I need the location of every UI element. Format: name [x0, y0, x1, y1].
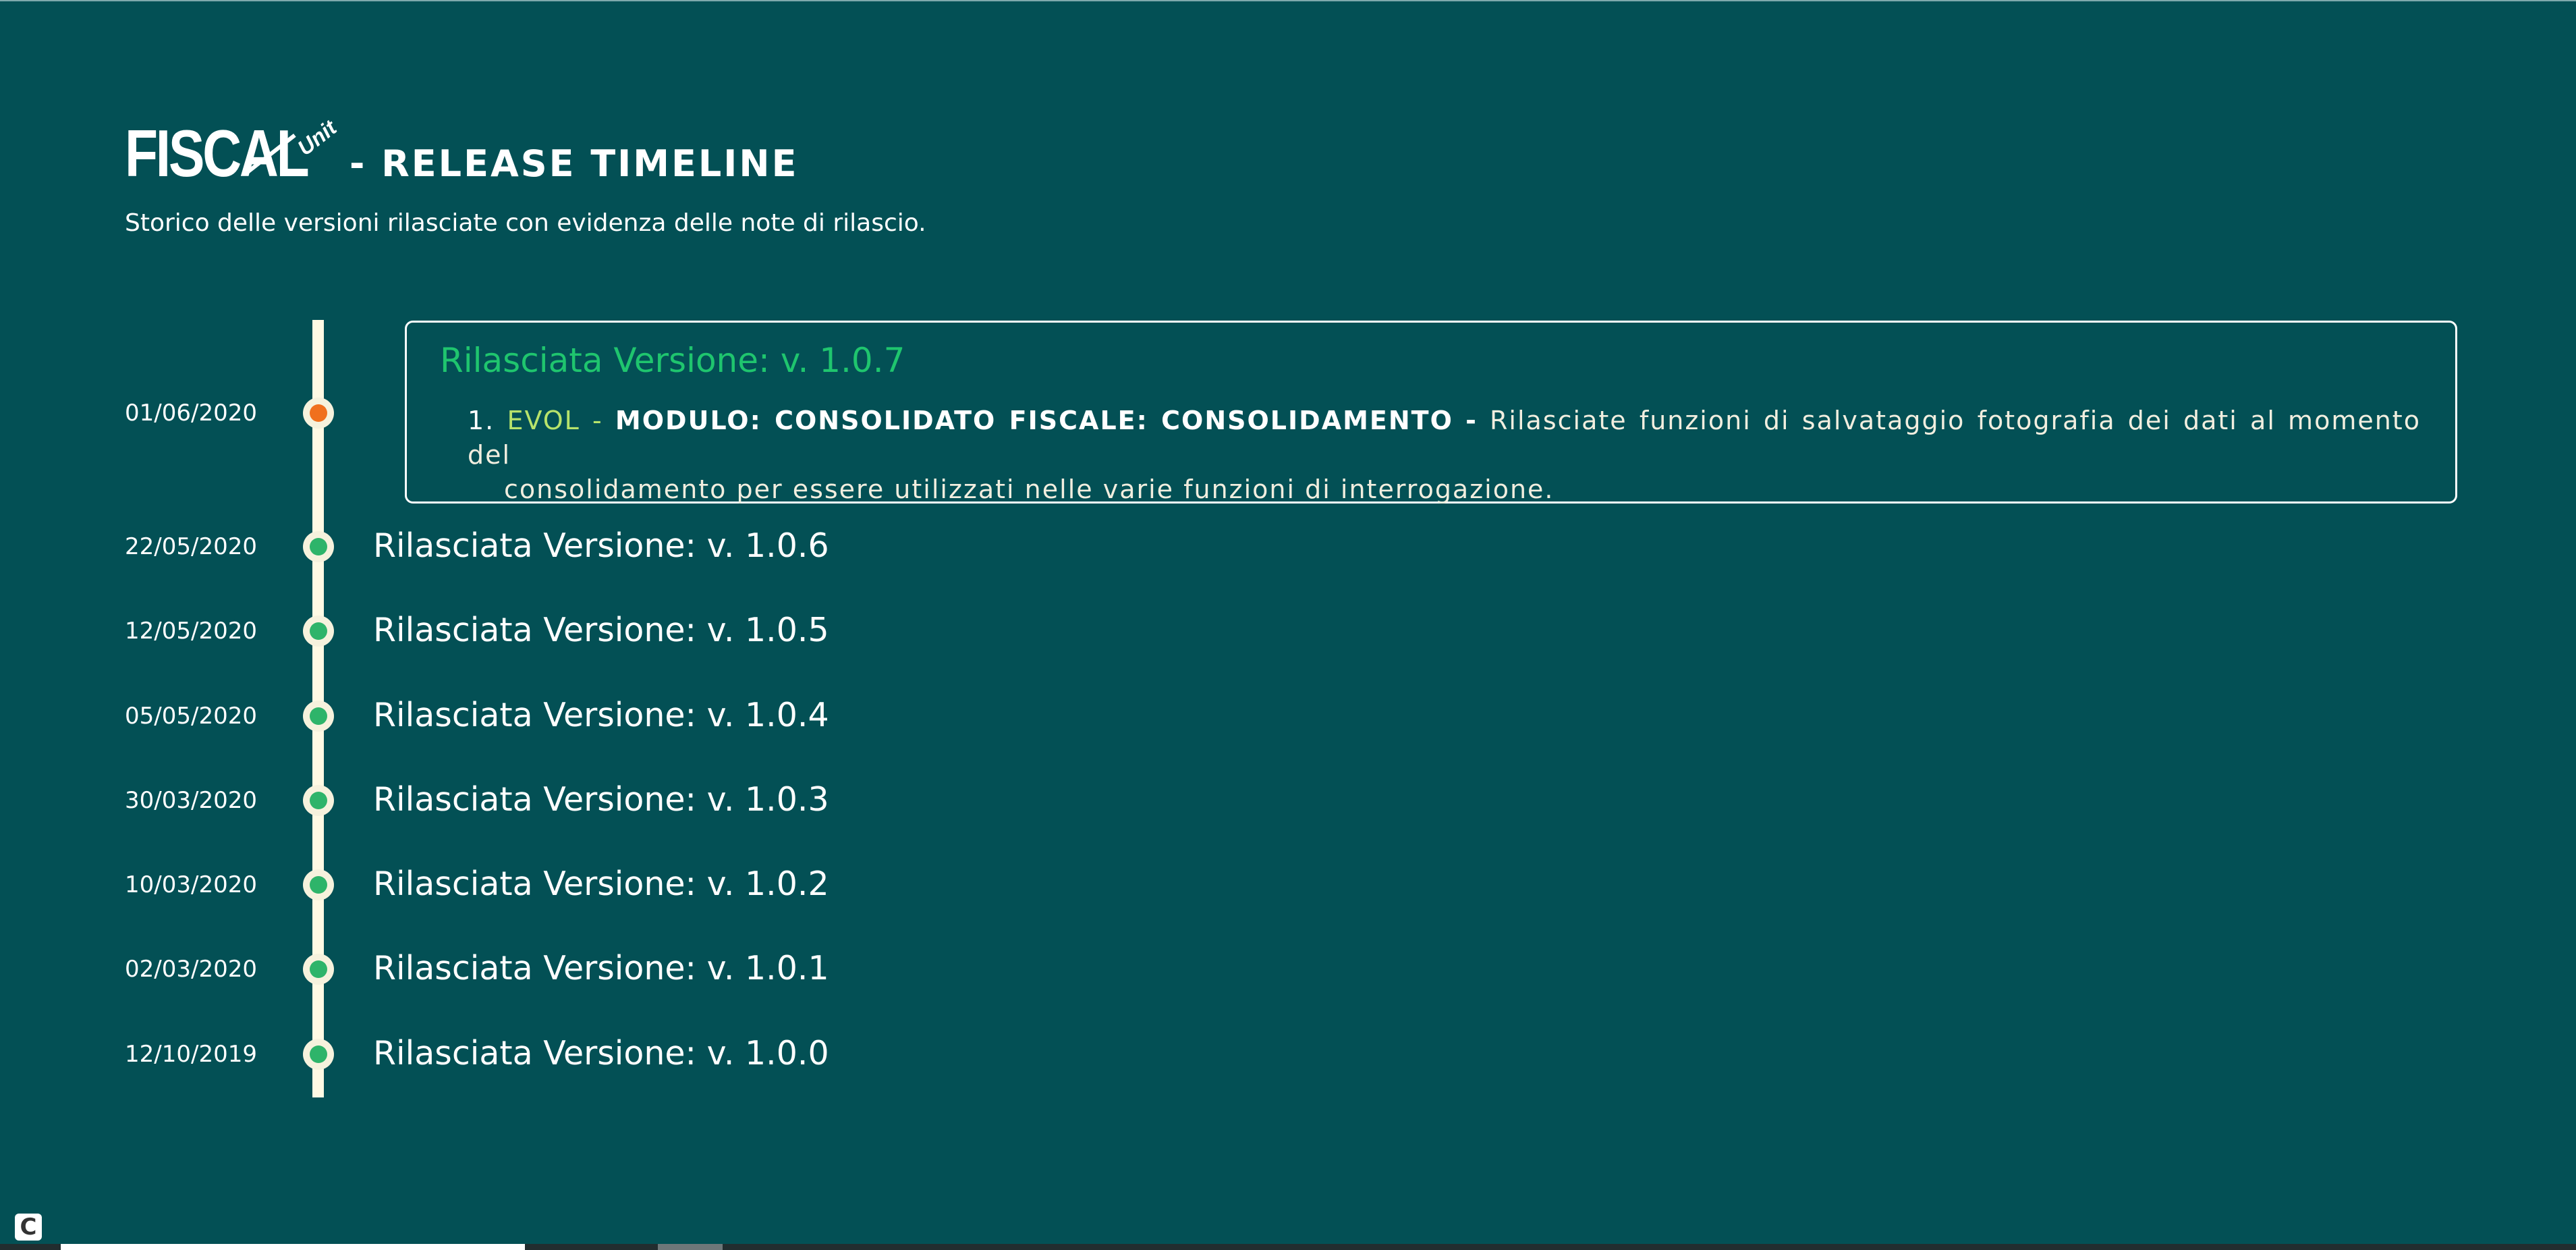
timeline-date: 02/03/2020	[125, 956, 257, 983]
release-version-link[interactable]: Rilasciata Versione: v. 1.0.4	[373, 697, 829, 734]
release-card-title[interactable]: Rilasciata Versione: v. 1.0.7	[440, 340, 905, 381]
release-version-link[interactable]: Rilasciata Versione: v. 1.0.0	[373, 1035, 829, 1072]
note-separator-2: -	[1465, 406, 1478, 435]
release-version-link[interactable]: Rilasciata Versione: v. 1.0.6	[373, 527, 829, 565]
timeline-date: 30/03/2020	[125, 787, 257, 814]
timeline-dot	[303, 869, 334, 900]
page-header: FISCAL Unit - RELEASE TIMELINE	[125, 108, 799, 186]
bottom-scrollbar[interactable]	[0, 1244, 2576, 1250]
timeline-date: 01/06/2020	[125, 400, 257, 427]
timeline-date: 05/05/2020	[125, 703, 257, 730]
release-version-link[interactable]: Rilasciata Versione: v. 1.0.5	[373, 612, 829, 649]
timeline-date: 12/10/2019	[125, 1041, 257, 1068]
corner-c-icon[interactable]: C	[15, 1214, 42, 1241]
release-note-item: 1. EVOL - MODULO: CONSOLIDATO FISCALE: C…	[468, 404, 2421, 507]
timeline-date: 22/05/2020	[125, 533, 257, 560]
timeline-dot-current	[303, 398, 334, 429]
timeline-date: 10/03/2020	[125, 871, 257, 898]
timeline-dot	[303, 701, 334, 732]
timeline-dot	[303, 785, 334, 816]
timeline-dot	[303, 1039, 334, 1070]
scrollbar-thumb[interactable]	[61, 1244, 525, 1250]
window-top-edge	[0, 0, 2576, 1]
release-version-link[interactable]: Rilasciata Versione: v. 1.0.2	[373, 865, 829, 903]
release-card-expanded[interactable]: Rilasciata Versione: v. 1.0.7 1. EVOL - …	[405, 321, 2457, 504]
page-title: - RELEASE TIMELINE	[349, 142, 799, 185]
note-tag: EVOL	[507, 406, 580, 435]
note-module: MODULO: CONSOLIDATO FISCALE: CONSOLIDAME…	[615, 406, 1453, 435]
timeline-dot	[303, 531, 334, 562]
scrollbar-segment	[658, 1244, 723, 1250]
timeline-date: 12/05/2020	[125, 618, 257, 645]
note-separator: -	[592, 406, 603, 435]
fiscal-unit-logo: FISCAL Unit	[125, 115, 344, 186]
note-number: 1.	[468, 406, 495, 435]
timeline-dot	[303, 954, 334, 985]
timeline-dot	[303, 616, 334, 647]
release-version-link[interactable]: Rilasciata Versione: v. 1.0.1	[373, 950, 829, 987]
page-subtitle: Storico delle versioni rilasciate con ev…	[125, 209, 926, 237]
logo-wordmark: FISCAL	[125, 116, 310, 190]
release-version-link[interactable]: Rilasciata Versione: v. 1.0.3	[373, 781, 829, 819]
note-text-line-2: consolidamento per essere utilizzati nel…	[504, 474, 1555, 504]
